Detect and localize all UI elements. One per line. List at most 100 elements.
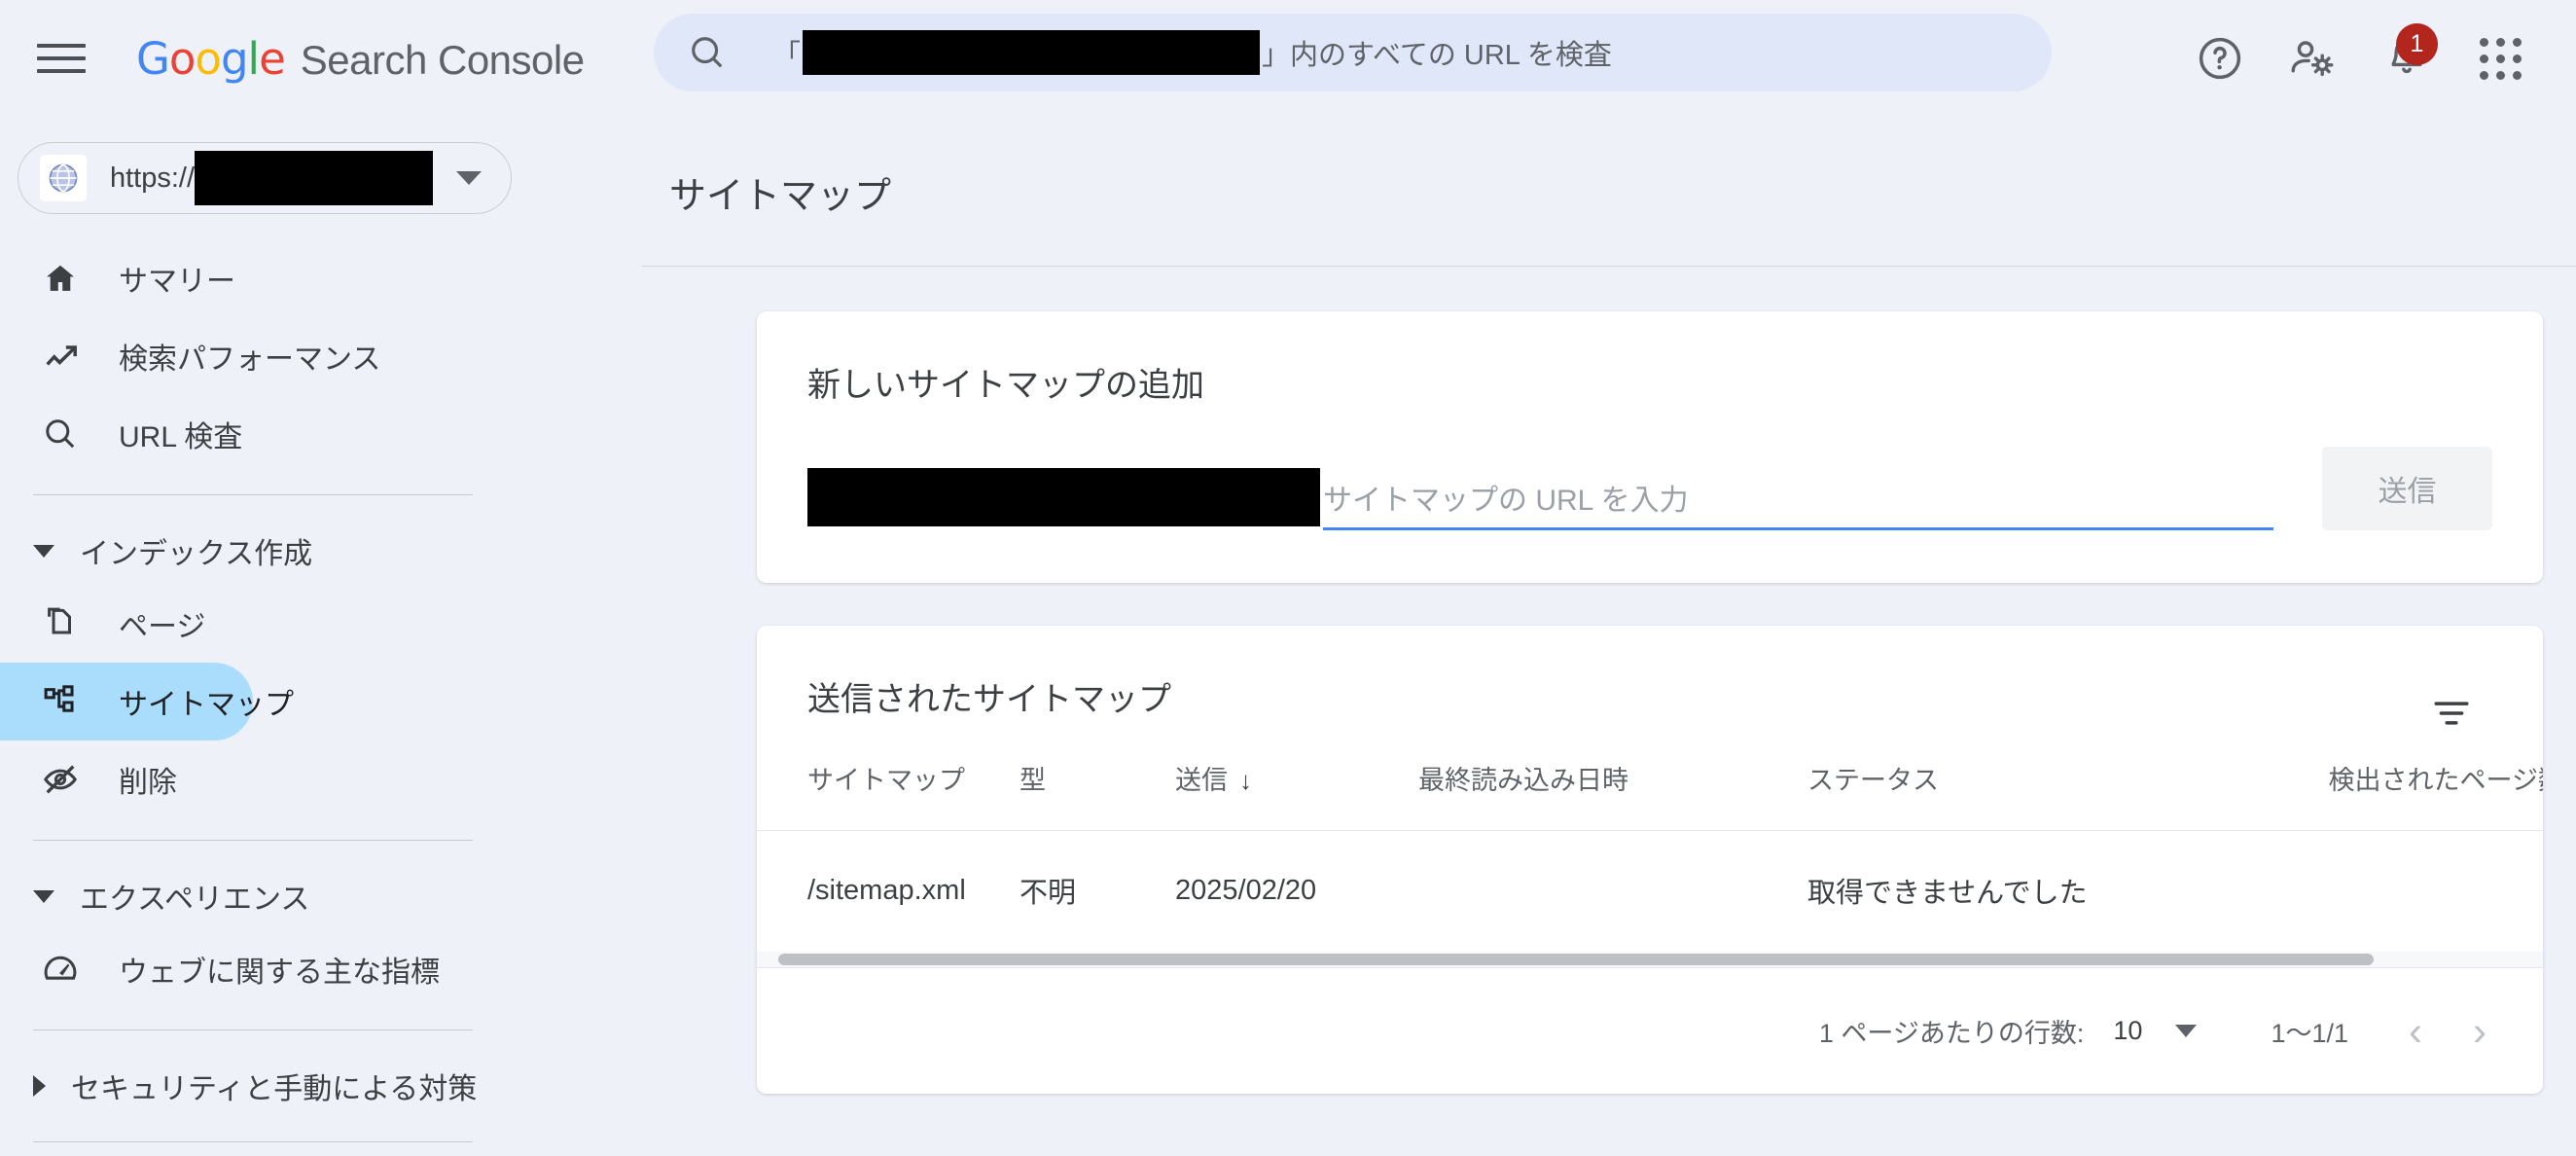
top-icon-group: 1	[2173, 21, 2547, 95]
rows-per-page-select[interactable]: 10	[2113, 1016, 2197, 1046]
column-header-sitemap[interactable]: サイトマップ	[757, 720, 1020, 831]
redacted-url-prefix	[807, 468, 1320, 526]
sidebar-item-pages[interactable]: ページ	[0, 585, 253, 663]
pagination-range: 1〜1/1	[2271, 1012, 2348, 1050]
column-header-last-read[interactable]: 最終読み込み日時	[1418, 720, 1807, 831]
sidebar-item-summary[interactable]: サマリー	[0, 239, 253, 317]
help-icon[interactable]	[2173, 21, 2267, 95]
property-selector[interactable]: https://	[18, 142, 512, 214]
cell-sitemap[interactable]: /sitemap.xml	[757, 831, 1020, 953]
divider	[33, 840, 473, 841]
sidebar-item-sitemaps[interactable]: サイトマップ	[0, 663, 253, 741]
column-header-status[interactable]: ステータス	[1807, 720, 2245, 831]
sitemap-url-input[interactable]: サイトマップの URL を入力	[807, 472, 2273, 530]
sidebar-item-performance[interactable]: 検索パフォーマンス	[0, 317, 253, 395]
search-suffix: 」内のすべての URL を検査	[1262, 32, 1612, 73]
divider	[33, 1141, 473, 1142]
top-bar: Google Search Console 「 」内のすべての URL を検査	[0, 0, 2576, 117]
sidebar: https:// サマリー 検索パフォーマンス URL 検査 インデックス作成	[0, 117, 642, 1156]
add-sitemap-heading: 新しいサイトマップの追加	[757, 311, 2543, 406]
rows-per-page-value: 10	[2113, 1016, 2142, 1046]
sidebar-item-label: サイトマップ	[119, 680, 294, 723]
scrollbar-thumb[interactable]	[778, 954, 2374, 965]
sidebar-item-label: サマリー	[119, 257, 235, 300]
next-page-button[interactable]: ›	[2473, 1011, 2487, 1052]
sidebar-item-label: 検索パフォーマンス	[119, 335, 380, 378]
sidebar-item-core-web-vitals[interactable]: ウェブに関する主な指標	[0, 930, 253, 1008]
table-body: /sitemap.xml 不明 2025/02/20 取得できませんでした 0	[757, 831, 2543, 953]
property-url: https://	[110, 151, 433, 205]
eye-off-icon	[39, 761, 82, 798]
redacted-domain	[195, 151, 433, 205]
sidebar-group-label: エクスペリエンス	[80, 875, 309, 918]
cell-status: 取得できませんでした	[1807, 831, 2245, 953]
page-title: サイトマップ	[642, 117, 2576, 219]
table-row[interactable]: /sitemap.xml 不明 2025/02/20 取得できませんでした 0	[757, 831, 2543, 953]
rows-per-page-label: 1 ページあたりの行数:	[1819, 1012, 2084, 1050]
divider	[642, 266, 2576, 267]
chevron-down-icon	[2175, 1025, 2197, 1037]
google-wordmark: Google	[136, 33, 285, 85]
sidebar-group-label: セキュリティと手動による対策	[71, 1065, 477, 1107]
sitemap-url-placeholder: サイトマップの URL を入力	[1323, 476, 1689, 519]
pages-icon	[39, 605, 82, 642]
home-icon	[39, 260, 82, 297]
sidebar-item-removals[interactable]: 削除	[0, 741, 253, 818]
search-placeholder: 「 」内のすべての URL を検査	[772, 30, 1612, 75]
submitted-sitemaps-heading: 送信されたサイトマップ	[757, 626, 2543, 720]
sidebar-item-label: ウェブに関する主な指標	[119, 948, 440, 991]
account-settings-icon[interactable]	[2267, 21, 2360, 95]
add-sitemap-card: 新しいサイトマップの追加 サイトマップの URL を入力 送信	[757, 311, 2543, 583]
product-name: Search Console	[301, 37, 585, 84]
table-header-row: サイトマップ 型 送信↓ 最終読み込み日時 ステータス 検出されたページ数 検出…	[757, 720, 2543, 831]
sidebar-group-label: インデックス作成	[80, 529, 312, 572]
pagination: 1 ページあたりの行数: 10 1〜1/1 ‹ ›	[757, 967, 2543, 1094]
search-icon	[689, 34, 726, 71]
search-icon	[39, 416, 82, 452]
chevron-right-icon	[33, 1075, 46, 1097]
apps-grid-icon[interactable]	[2453, 21, 2547, 95]
sidebar-group-experience[interactable]: エクスペリエンス	[0, 862, 642, 930]
submit-button[interactable]: 送信	[2322, 447, 2492, 530]
cell-type: 不明	[1020, 831, 1175, 953]
search-quote-open: 「	[772, 32, 801, 73]
cell-discovered-pages: 0	[2245, 831, 2543, 953]
sidebar-item-url-inspection[interactable]: URL 検査	[0, 395, 253, 473]
brand-logo[interactable]: Google Search Console	[136, 33, 585, 85]
column-header-submitted[interactable]: 送信↓	[1175, 720, 1418, 831]
submitted-sitemaps-card: 送信されたサイトマップ サイトマップ 型 送信↓ 最終読み込み日時 ステータス …	[757, 626, 2543, 1094]
sitemap-icon	[39, 683, 82, 720]
sidebar-nav: サマリー 検索パフォーマンス URL 検査 インデックス作成	[0, 239, 642, 1142]
sort-descending-icon: ↓	[1239, 766, 1252, 795]
property-scheme: https://	[110, 163, 195, 195]
sidebar-item-label: ページ	[119, 602, 205, 645]
table-header: サイトマップ 型 送信↓ 最終読み込み日時 ステータス 検出されたページ数 検出…	[757, 720, 2543, 831]
chevron-down-icon	[33, 545, 54, 558]
cell-submitted: 2025/02/20	[1175, 831, 1418, 953]
divider	[33, 494, 473, 495]
column-header-type[interactable]: 型	[1020, 720, 1175, 831]
column-header-discovered-pages[interactable]: 検出されたページ数	[2245, 720, 2543, 831]
sidebar-item-label: 削除	[119, 758, 177, 801]
sidebar-group-indexing[interactable]: インデックス作成	[0, 517, 642, 585]
redacted-domain-search	[803, 30, 1260, 75]
previous-page-button[interactable]: ‹	[2409, 1011, 2422, 1052]
input-underline	[1323, 527, 2273, 530]
sitemaps-table: サイトマップ 型 送信↓ 最終読み込み日時 ステータス 検出されたページ数 検出…	[757, 720, 2543, 952]
horizontal-scrollbar[interactable]	[757, 952, 2543, 967]
notification-badge: 1	[2396, 23, 2438, 65]
chevron-down-icon[interactable]	[456, 171, 482, 185]
chevron-down-icon	[33, 890, 54, 903]
speedometer-icon	[39, 951, 82, 988]
trending-up-icon	[39, 338, 82, 375]
notifications-icon[interactable]: 1	[2360, 21, 2453, 95]
menu-icon[interactable]	[37, 33, 88, 84]
globe-icon	[40, 155, 87, 201]
sidebar-item-label: URL 検査	[119, 413, 242, 455]
add-sitemap-row: サイトマップの URL を入力 送信	[757, 406, 2543, 583]
search-input[interactable]: 「 」内のすべての URL を検査	[654, 14, 2052, 91]
main-content: サイトマップ 新しいサイトマップの追加 サイトマップの URL を入力 送信 送…	[642, 117, 2576, 1156]
filter-icon[interactable]	[2430, 692, 2473, 740]
cell-last-read	[1418, 831, 1807, 953]
sidebar-group-security[interactable]: セキュリティと手動による対策	[0, 1052, 642, 1120]
